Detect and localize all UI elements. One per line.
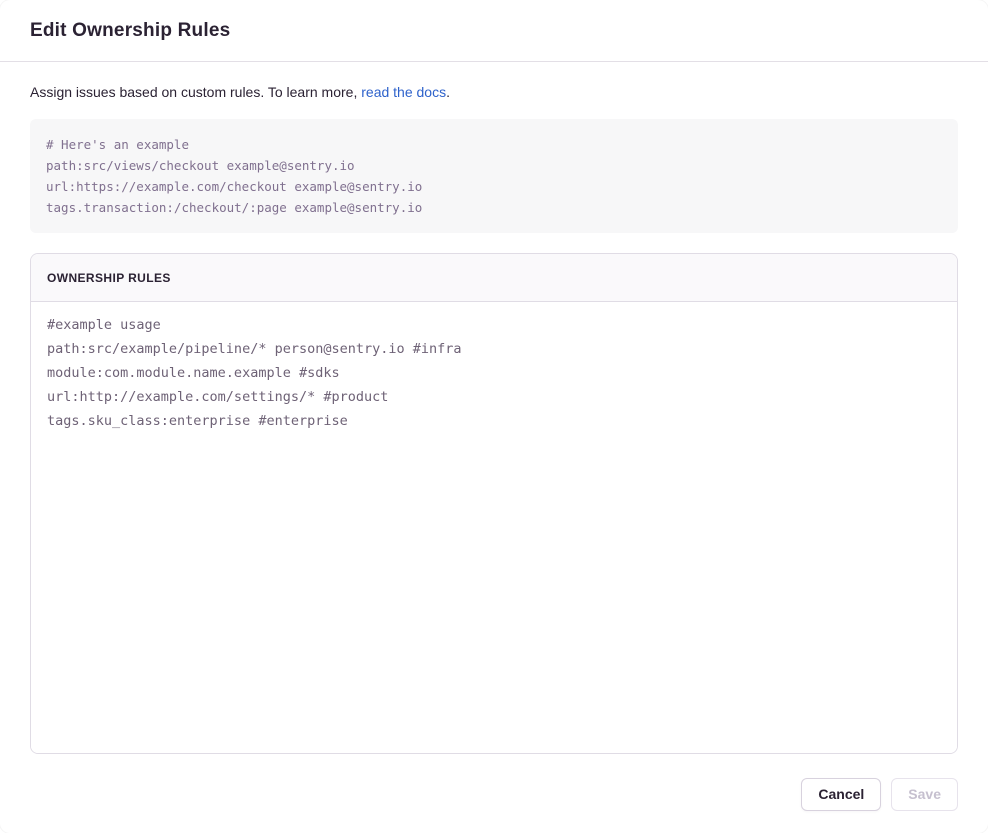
- editor-line: path:src/example/pipeline/* person@sentr…: [47, 337, 941, 361]
- editor-line: tags.sku_class:enterprise #enterprise: [47, 409, 941, 433]
- dialog-body: Assign issues based on custom rules. To …: [0, 62, 988, 754]
- example-code-line: path:src/views/checkout example@sentry.i…: [46, 155, 942, 176]
- cancel-button[interactable]: Cancel: [801, 778, 881, 811]
- description-text: Assign issues based on custom rules. To …: [30, 84, 361, 100]
- description-period: .: [446, 84, 450, 100]
- ownership-rules-panel-header: OWNERSHIP RULES: [31, 254, 957, 302]
- ownership-rules-editor[interactable]: #example usage path:src/example/pipeline…: [31, 302, 957, 753]
- editor-line: #example usage: [47, 313, 941, 337]
- example-code-line: # Here's an example: [46, 134, 942, 155]
- dialog-footer: Cancel Save: [0, 754, 988, 833]
- description: Assign issues based on custom rules. To …: [30, 83, 958, 103]
- example-code-block: # Here's an example path:src/views/check…: [30, 119, 958, 233]
- save-button[interactable]: Save: [891, 778, 958, 811]
- ownership-rules-panel: OWNERSHIP RULES #example usage path:src/…: [30, 253, 958, 754]
- example-code-line: url:https://example.com/checkout example…: [46, 176, 942, 197]
- edit-ownership-rules-dialog: Edit Ownership Rules Assign issues based…: [0, 0, 988, 833]
- editor-line: module:com.module.name.example #sdks: [47, 361, 941, 385]
- read-the-docs-link[interactable]: read the docs: [361, 84, 446, 100]
- example-code-line: tags.transaction:/checkout/:page example…: [46, 197, 942, 218]
- panel-header-title: OWNERSHIP RULES: [47, 271, 171, 285]
- editor-line: url:http://example.com/settings/* #produ…: [47, 385, 941, 409]
- dialog-title: Edit Ownership Rules: [30, 20, 230, 42]
- dialog-header: Edit Ownership Rules: [0, 0, 988, 62]
